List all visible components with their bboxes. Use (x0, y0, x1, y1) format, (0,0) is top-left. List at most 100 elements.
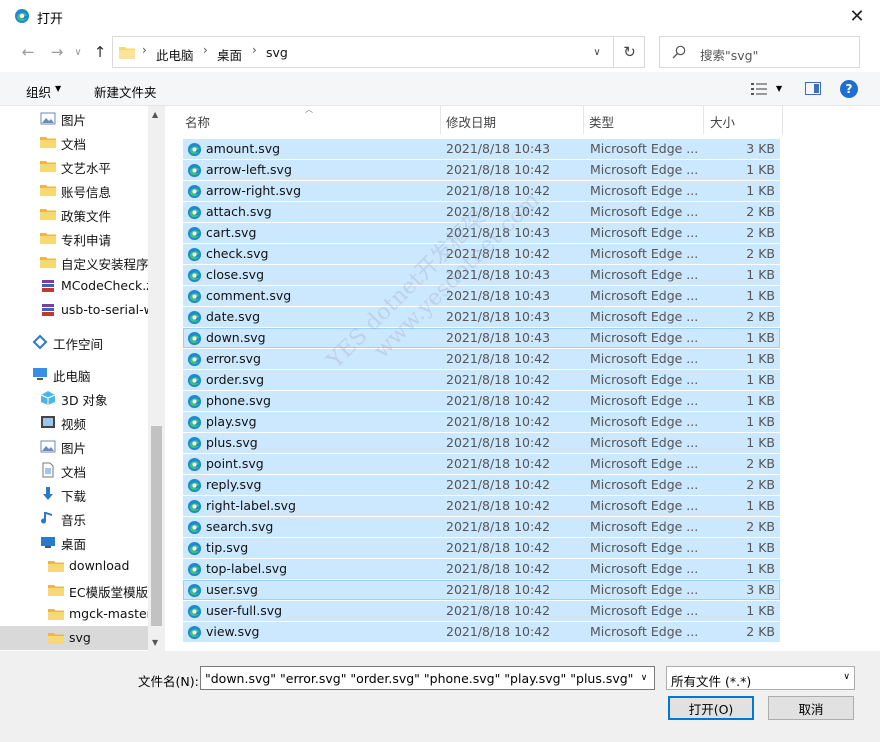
sidebar-item[interactable]: 文档 (0, 458, 148, 482)
sidebar-item[interactable]: 专利申请 (0, 226, 148, 250)
sidebar-item[interactable]: 账号信息 (0, 178, 148, 202)
view-options-icon[interactable] (750, 81, 768, 97)
open-file-dialog: 打开 ✕ ← → ∨ ↑ › 此电脑 › 桌面 › svg ∨ ↻ 搜索"svg… (0, 0, 880, 742)
file-row[interactable]: reply.svg 2021/8/18 10:42 Microsoft Edge .… (183, 475, 780, 495)
column-divider[interactable] (440, 106, 441, 134)
file-size: 1 KB (746, 435, 775, 450)
file-type-select[interactable]: 所有文件 (*.*) ∨ (666, 666, 855, 690)
column-header-date[interactable]: 修改日期 (446, 106, 496, 134)
sidebar-item[interactable]: 图片 (0, 434, 148, 458)
sidebar-item[interactable]: 视频 (0, 410, 148, 434)
forward-button[interactable]: → (45, 40, 69, 64)
address-bar[interactable]: › 此电脑 › 桌面 › svg ∨ ↻ (112, 36, 645, 68)
sidebar-scrollbar[interactable]: ▲ ▼ (148, 106, 165, 651)
column-header-name[interactable]: 名称 (185, 106, 210, 134)
scrollbar-thumb[interactable] (151, 426, 162, 626)
file-row[interactable]: tip.svg 2021/8/18 10:42 Microsoft Edge ...… (183, 538, 780, 558)
file-row[interactable]: close.svg 2021/8/18 10:43 Microsoft Edge .… (183, 265, 780, 285)
file-row[interactable]: arrow-right.svg 2021/8/18 10:42 Microsoft … (183, 181, 780, 201)
sidebar-item[interactable]: 政策文件 (0, 202, 148, 226)
file-date: 2021/8/18 10:42 (446, 582, 551, 597)
sidebar-item[interactable]: 此电脑 (0, 362, 148, 386)
sidebar-item[interactable]: 自定义安装程序 (0, 250, 148, 274)
file-row[interactable]: attach.svg 2021/8/18 10:42 Microsoft Edge … (183, 202, 780, 222)
file-date: 2021/8/18 10:42 (446, 540, 551, 555)
file-row[interactable]: play.svg 2021/8/18 10:42 Microsoft Edge ..… (183, 412, 780, 432)
preview-pane-button[interactable] (805, 82, 821, 95)
column-divider[interactable] (583, 106, 584, 134)
sidebar-item[interactable]: usb-to-serial-w (0, 298, 148, 322)
file-name: date.svg (206, 309, 261, 324)
file-row[interactable]: amount.svg 2021/8/18 10:43 Microsoft Edge … (183, 139, 780, 159)
cancel-button[interactable]: 取消 (768, 696, 854, 720)
sidebar-item[interactable]: 桌面 (0, 530, 148, 554)
filename-field[interactable]: "down.svg" "error.svg" "order.svg" "phon… (200, 666, 655, 690)
file-type: Microsoft Edge ... (590, 183, 698, 198)
open-button[interactable]: 打开(O) (668, 696, 754, 720)
file-row[interactable]: search.svg 2021/8/18 10:42 Microsoft Edge … (183, 517, 780, 537)
file-size: 2 KB (746, 456, 775, 471)
sidebar-item[interactable]: MCodeCheck.z (0, 274, 148, 298)
breadcrumb-separator: › (252, 43, 257, 57)
column-divider[interactable] (782, 106, 783, 134)
sidebar-item-label: 文艺水平 (61, 161, 112, 176)
column-divider[interactable] (703, 106, 704, 134)
file-row[interactable]: top-label.svg 2021/8/18 10:42 Microsoft Ed… (183, 559, 780, 579)
file-row[interactable]: cart.svg 2021/8/18 10:43 Microsoft Edge ..… (183, 223, 780, 243)
breadcrumb-separator: › (142, 43, 147, 57)
file-row[interactable]: point.svg 2021/8/18 10:42 Microsoft Edge .… (183, 454, 780, 474)
file-type: Microsoft Edge ... (590, 477, 698, 492)
file-row[interactable]: view.svg 2021/8/18 10:42 Microsoft Edge ..… (183, 622, 780, 642)
file-row[interactable]: comment.svg 2021/8/18 10:43 Microsoft Edge… (183, 286, 780, 306)
sidebar-item[interactable]: EC模版堂模版 (0, 578, 148, 602)
scroll-down-icon[interactable]: ▼ (152, 638, 158, 647)
file-date: 2021/8/18 10:42 (446, 624, 551, 639)
recent-locations-button[interactable]: ∨ (70, 40, 86, 64)
file-name: down.svg (206, 330, 266, 345)
file-date: 2021/8/18 10:42 (446, 162, 551, 177)
file-row[interactable]: check.svg 2021/8/18 10:42 Microsoft Edge .… (183, 244, 780, 264)
sidebar-item[interactable]: download (0, 554, 148, 578)
file-row[interactable]: user.svg 2021/8/18 10:42 Microsoft Edge ..… (183, 580, 780, 600)
column-header-type[interactable]: 类型 (589, 106, 614, 134)
address-dropdown-button[interactable]: ∨ (586, 38, 608, 66)
new-folder-button[interactable]: 新建文件夹 (94, 82, 157, 101)
sidebar-item[interactable]: 图片 (0, 106, 148, 130)
file-type: Microsoft Edge ... (590, 540, 698, 555)
sidebar-item[interactable]: 文艺水平 (0, 154, 148, 178)
download-icon (43, 487, 53, 500)
close-button[interactable]: ✕ (834, 0, 880, 32)
file-row[interactable]: error.svg 2021/8/18 10:42 Microsoft Edge .… (183, 349, 780, 369)
sidebar-item[interactable]: 下载 (0, 482, 148, 506)
breadcrumb-svg[interactable]: svg (266, 45, 288, 60)
sidebar-item[interactable]: 工作空间 (0, 330, 148, 354)
back-button[interactable]: ← (16, 40, 40, 64)
sidebar-item[interactable]: mgck-master (0, 602, 148, 626)
filename-history-button[interactable]: ∨ (634, 667, 654, 689)
file-row[interactable]: plus.svg 2021/8/18 10:42 Microsoft Edge ..… (183, 433, 780, 453)
file-name: tip.svg (206, 540, 249, 555)
file-row[interactable]: right-label.svg 2021/8/18 10:42 Microsoft … (183, 496, 780, 516)
edge-file-icon (187, 226, 202, 241)
file-row[interactable]: down.svg 2021/8/18 10:43 Microsoft Edge ..… (183, 328, 780, 348)
file-row[interactable]: phone.svg 2021/8/18 10:42 Microsoft Edge .… (183, 391, 780, 411)
refresh-button[interactable]: ↻ (613, 37, 645, 67)
search-input[interactable]: 搜索"svg" (659, 36, 860, 68)
sidebar-item[interactable]: 音乐 (0, 506, 148, 530)
file-size: 2 KB (746, 204, 775, 219)
help-button[interactable]: ? (840, 80, 858, 98)
file-row[interactable]: user-full.svg 2021/8/18 10:42 Microsoft Ed… (183, 601, 780, 621)
file-row[interactable]: arrow-left.svg 2021/8/18 10:42 Microsoft E… (183, 160, 780, 180)
scroll-up-icon[interactable]: ▲ (152, 110, 158, 119)
sidebar-item[interactable]: 3D 对象 (0, 386, 148, 410)
sidebar-item[interactable]: svg (0, 626, 148, 650)
column-header-size[interactable]: 大小 (710, 106, 735, 134)
caret-down-icon[interactable]: ▼ (776, 84, 782, 93)
file-row[interactable]: date.svg 2021/8/18 10:43 Microsoft Edge ..… (183, 307, 780, 327)
sidebar-item[interactable]: 文档 (0, 130, 148, 154)
file-row[interactable]: order.svg 2021/8/18 10:42 Microsoft Edge .… (183, 370, 780, 390)
up-button[interactable]: ↑ (88, 40, 112, 64)
breadcrumb-desktop[interactable]: 桌面 (217, 45, 242, 64)
organize-button[interactable]: 组织 (26, 82, 51, 101)
breadcrumb-this-pc[interactable]: 此电脑 (156, 45, 194, 64)
